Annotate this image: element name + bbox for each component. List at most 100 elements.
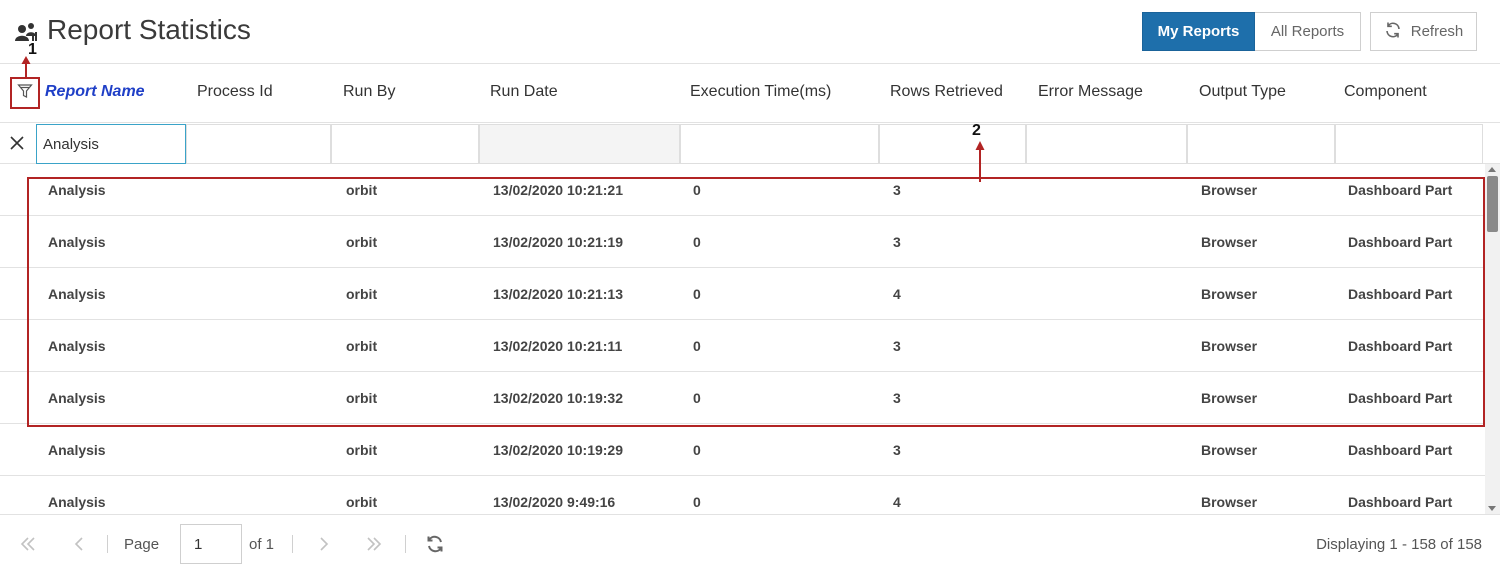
filter-run-by[interactable]	[331, 124, 479, 164]
cell-component: Dashboard Part	[1348, 286, 1453, 302]
cell-output-type: Browser	[1201, 182, 1258, 198]
cell-rows-retrieved: 3	[893, 234, 901, 250]
column-header-run-date[interactable]: Run Date	[490, 83, 558, 101]
filter-error-message-input[interactable]	[1027, 125, 1186, 163]
scroll-up-icon[interactable]	[1488, 167, 1496, 172]
filter-output-type[interactable]	[1187, 124, 1335, 164]
column-header-rows-retrieved[interactable]: Rows Retrieved	[890, 83, 1003, 101]
pager-divider	[292, 535, 293, 553]
report-grid: Analysis orbit 13/02/2020 10:21:21 0 3 B…	[0, 164, 1485, 514]
cell-run-by: orbit	[346, 390, 378, 406]
cell-run-by: orbit	[346, 182, 378, 198]
cell-execution-time: 0	[693, 286, 701, 302]
cell-component: Dashboard Part	[1348, 182, 1453, 198]
filter-rows-retrieved[interactable]	[879, 124, 1026, 164]
filter-report-name-input[interactable]	[37, 125, 185, 163]
cell-execution-time: 0	[693, 338, 701, 354]
filter-process-id-input[interactable]	[187, 125, 330, 163]
cell-report-name: Analysis	[48, 338, 106, 354]
cell-run-date: 13/02/2020 10:21:11	[493, 338, 623, 354]
column-header-error-message[interactable]: Error Message	[1038, 83, 1143, 101]
refresh-label: Refresh	[1410, 23, 1464, 40]
cell-output-type: Browser	[1201, 442, 1258, 458]
filter-error-message[interactable]	[1026, 124, 1187, 164]
filter-run-date	[479, 124, 680, 164]
cell-component: Dashboard Part	[1348, 494, 1453, 510]
table-row[interactable]: Analysis orbit 13/02/2020 9:49:16 0 4 Br…	[0, 476, 1485, 514]
cell-run-date: 13/02/2020 10:21:19	[493, 234, 623, 250]
cell-run-date: 13/02/2020 10:21:21	[493, 182, 623, 198]
column-header-execution-time[interactable]: Execution Time(ms)	[690, 83, 831, 101]
cell-run-by: orbit	[346, 494, 378, 510]
filter-toggle-button[interactable]	[10, 77, 40, 109]
users-chart-icon	[14, 21, 40, 43]
cell-rows-retrieved: 3	[893, 442, 901, 458]
cell-component: Dashboard Part	[1348, 390, 1453, 406]
all-reports-tab[interactable]: All Reports	[1255, 12, 1361, 51]
cell-execution-time: 0	[693, 442, 701, 458]
filter-rows-retrieved-input[interactable]	[880, 125, 1025, 163]
table-row[interactable]: Analysis orbit 13/02/2020 10:21:11 0 3 B…	[0, 320, 1485, 372]
filter-component[interactable]	[1335, 124, 1483, 164]
filter-execution-time-input[interactable]	[681, 125, 878, 163]
grid-scrollbar[interactable]	[1485, 164, 1500, 514]
next-page-icon[interactable]	[314, 534, 334, 554]
scrollbar-thumb[interactable]	[1487, 176, 1498, 232]
reload-icon[interactable]	[425, 534, 445, 554]
cell-output-type: Browser	[1201, 390, 1258, 406]
last-page-icon[interactable]	[364, 534, 384, 554]
cell-rows-retrieved: 3	[893, 390, 901, 406]
table-row[interactable]: Analysis orbit 13/02/2020 10:19:32 0 3 B…	[0, 372, 1485, 424]
cell-report-name: Analysis	[48, 182, 106, 198]
my-reports-tab[interactable]: My Reports	[1142, 12, 1255, 51]
first-page-icon[interactable]	[18, 534, 38, 554]
annotation-marker-2: 2	[972, 122, 981, 139]
scroll-down-icon[interactable]	[1488, 506, 1496, 511]
cell-component: Dashboard Part	[1348, 234, 1453, 250]
column-header-output-type[interactable]: Output Type	[1199, 83, 1286, 101]
filter-execution-time[interactable]	[680, 124, 879, 164]
refresh-icon	[1384, 21, 1402, 43]
cell-output-type: Browser	[1201, 286, 1258, 302]
cell-execution-time: 0	[693, 390, 701, 406]
cell-rows-retrieved: 4	[893, 494, 901, 510]
cell-execution-time: 0	[693, 494, 701, 510]
cell-run-by: orbit	[346, 338, 378, 354]
table-row[interactable]: Analysis orbit 13/02/2020 10:21:19 0 3 B…	[0, 216, 1485, 268]
filter-output-type-input[interactable]	[1188, 125, 1334, 163]
page-label: Page	[124, 536, 160, 553]
cell-report-name: Analysis	[48, 286, 106, 302]
filter-icon	[17, 83, 33, 104]
cell-run-date: 13/02/2020 10:19:32	[493, 390, 623, 406]
cell-report-name: Analysis	[48, 442, 106, 458]
filter-run-by-input[interactable]	[332, 125, 478, 163]
cell-rows-retrieved: 3	[893, 182, 901, 198]
column-header-report-name[interactable]: Report Name	[45, 83, 145, 101]
cell-component: Dashboard Part	[1348, 338, 1453, 354]
cell-report-name: Analysis	[48, 494, 106, 510]
table-row[interactable]: Analysis orbit 13/02/2020 10:19:29 0 3 B…	[0, 424, 1485, 476]
cell-execution-time: 0	[693, 182, 701, 198]
table-row[interactable]: Analysis orbit 13/02/2020 10:21:13 0 4 B…	[0, 268, 1485, 320]
filter-component-input[interactable]	[1336, 125, 1482, 163]
page-total-label: of 1	[249, 536, 275, 553]
filter-process-id[interactable]	[186, 124, 331, 164]
column-header-process-id[interactable]: Process Id	[197, 83, 273, 101]
page-number-input[interactable]	[180, 524, 242, 564]
clear-filters-icon[interactable]	[7, 133, 27, 153]
cell-execution-time: 0	[693, 234, 701, 250]
column-header-run-by[interactable]: Run By	[343, 83, 395, 101]
column-header-component[interactable]: Component	[1344, 83, 1427, 101]
page-title: Report Statistics	[47, 14, 251, 45]
cell-output-type: Browser	[1201, 494, 1258, 510]
previous-page-icon[interactable]	[69, 534, 89, 554]
cell-run-by: orbit	[346, 442, 378, 458]
cell-component: Dashboard Part	[1348, 442, 1453, 458]
cell-rows-retrieved: 3	[893, 338, 901, 354]
pager-divider	[405, 535, 406, 553]
cell-report-name: Analysis	[48, 234, 106, 250]
filter-report-name[interactable]	[36, 124, 186, 164]
table-row[interactable]: Analysis orbit 13/02/2020 10:21:21 0 3 B…	[0, 164, 1485, 216]
refresh-button[interactable]: Refresh	[1370, 12, 1477, 51]
cell-run-by: orbit	[346, 286, 378, 302]
